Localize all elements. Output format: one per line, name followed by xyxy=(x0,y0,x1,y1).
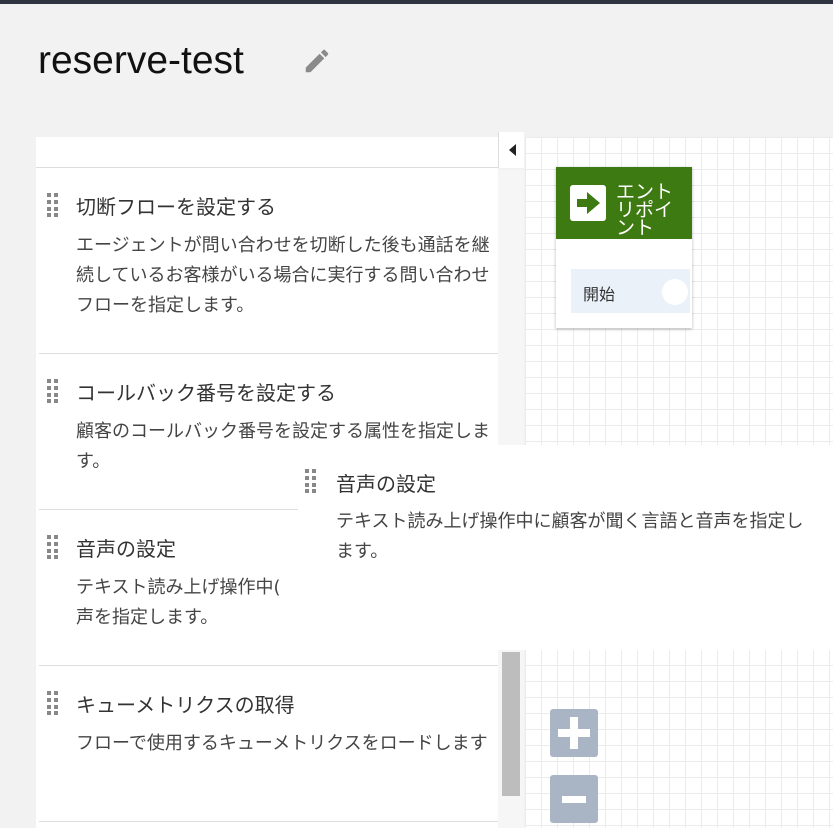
block-title: 切断フローを設定する xyxy=(76,195,276,219)
block-description: フローで使用するキューメトリクスをロードします xyxy=(76,733,488,754)
drag-handle-icon[interactable] xyxy=(47,379,61,403)
collapse-panel-button[interactable] xyxy=(498,132,524,168)
dragged-block-voice-settings[interactable]: 音声の設定 テキスト読み上げ操作中に顧客が聞く言語と音声を指定します。 xyxy=(298,445,833,650)
drag-handle-icon[interactable] xyxy=(305,469,319,493)
block-title: コールバック番号を設定する xyxy=(76,381,336,405)
block-item-disconnect-flow[interactable]: 切断フローを設定する エージェントが問い合わせを切断した後も通話を継続しているお… xyxy=(39,168,498,354)
divider xyxy=(39,821,498,822)
pencil-icon[interactable] xyxy=(302,46,332,76)
entry-point-header: エントリポイント xyxy=(556,167,692,239)
block-description: エージェントが問い合わせを切断した後も通話を継続しているお客様がいる場合に実行す… xyxy=(76,235,490,316)
top-bar xyxy=(0,0,833,4)
entry-point-block[interactable]: エントリポイント 開始 xyxy=(556,167,692,328)
block-item-queue-metrics[interactable]: キューメトリクスの取得 フローで使用するキューメトリクスをロードします xyxy=(39,666,498,822)
minus-icon xyxy=(562,796,586,803)
arrow-right-icon xyxy=(570,185,606,221)
drag-handle-icon[interactable] xyxy=(47,193,61,217)
entry-point-title: エントリポイント xyxy=(616,181,674,239)
start-connector-port[interactable] xyxy=(662,279,688,305)
page-title: reserve-test xyxy=(38,39,244,82)
drag-handle-icon[interactable] xyxy=(47,535,61,559)
plus-icon xyxy=(558,717,590,749)
zoom-out-button[interactable] xyxy=(550,775,598,823)
panel-scrollbar-thumb[interactable] xyxy=(502,652,520,796)
block-title: キューメトリクスの取得 xyxy=(76,693,295,717)
zoom-in-button[interactable] xyxy=(550,709,598,757)
start-label: 開始 xyxy=(583,285,616,304)
block-title: 音声の設定 xyxy=(336,472,436,496)
block-description: テキスト読み上げ操作中に顧客が聞く言語と音声を指定します。 xyxy=(336,511,804,562)
drag-handle-icon[interactable] xyxy=(47,691,61,715)
block-title: 音声の設定 xyxy=(76,537,176,561)
triangle-left-icon xyxy=(508,144,516,156)
